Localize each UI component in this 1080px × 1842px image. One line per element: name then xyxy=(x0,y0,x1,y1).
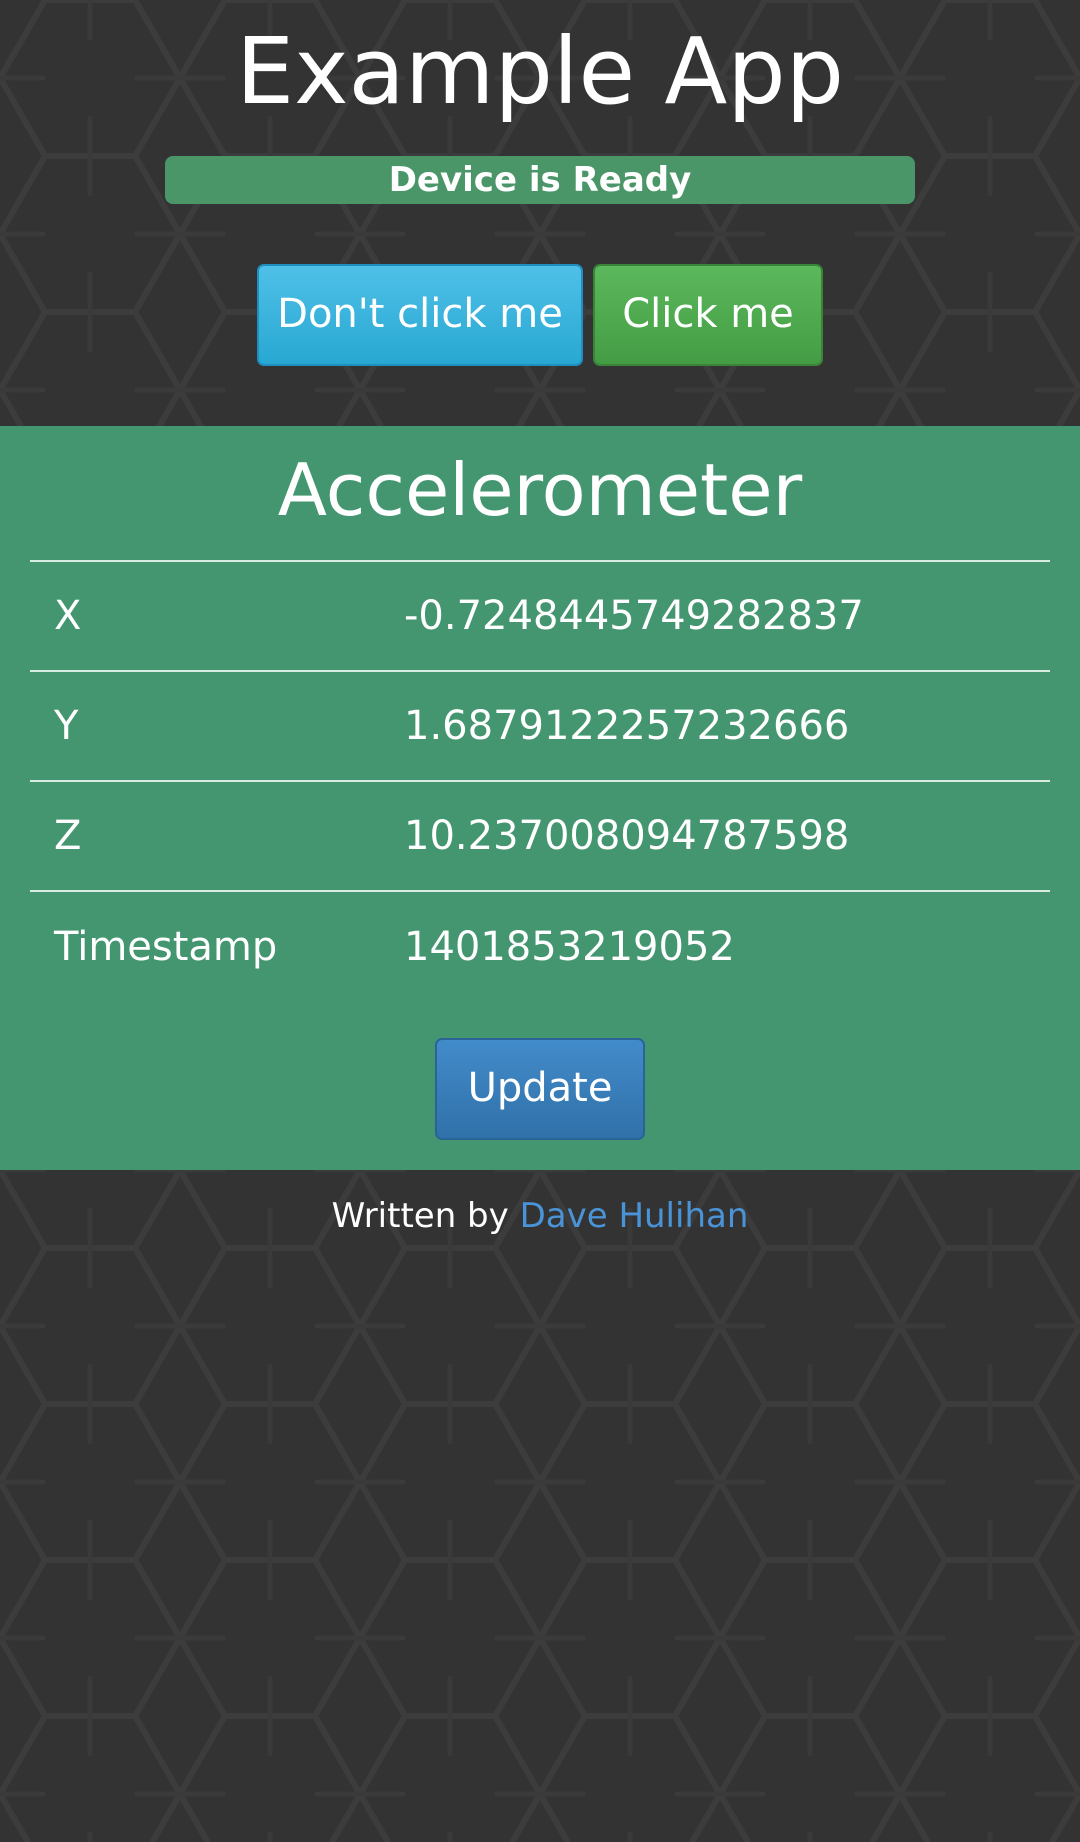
accelerometer-heading: Accelerometer xyxy=(277,448,803,532)
row-value-z: 10.237008094787598 xyxy=(404,781,1050,892)
update-button-wrap: Update xyxy=(0,1038,1080,1140)
row-value-y: 1.6879122257232666 xyxy=(404,671,1050,782)
app-page: Example App Device is Ready Don't click … xyxy=(0,0,1080,1236)
table-row: X -0.7248445749282837 xyxy=(30,561,1050,672)
action-button-row: Don't click me Click me xyxy=(0,264,1080,366)
table-row: Z 10.237008094787598 xyxy=(30,781,1050,892)
app-title: Example App xyxy=(235,18,845,125)
table-row: Y 1.6879122257232666 xyxy=(30,671,1050,782)
accelerometer-table: X -0.7248445749282837 Y 1.68791222572326… xyxy=(30,560,1050,1001)
row-value-timestamp: 1401853219052 xyxy=(404,923,735,970)
device-status-bar: Device is Ready xyxy=(165,156,915,204)
row-label-x: X xyxy=(30,561,404,672)
update-button[interactable]: Update xyxy=(435,1038,645,1140)
accelerometer-panel: Accelerometer X -0.7248445749282837 Y 1.… xyxy=(0,426,1080,1170)
written-by-label: Written by xyxy=(331,1196,509,1236)
row-label-timestamp: Timestamp xyxy=(54,923,278,970)
row-label-y: Y xyxy=(30,671,404,782)
table-row: Timestamp 1401853219052 xyxy=(30,891,1050,1001)
dont-click-me-button[interactable]: Don't click me xyxy=(257,264,583,366)
click-me-button[interactable]: Click me xyxy=(593,264,823,366)
author-link[interactable]: Dave Hulihan xyxy=(520,1196,749,1236)
row-label-z: Z xyxy=(30,781,404,892)
row-value-x: -0.7248445749282837 xyxy=(404,561,1050,672)
footer: Written by Dave Hulihan xyxy=(0,1196,1080,1236)
